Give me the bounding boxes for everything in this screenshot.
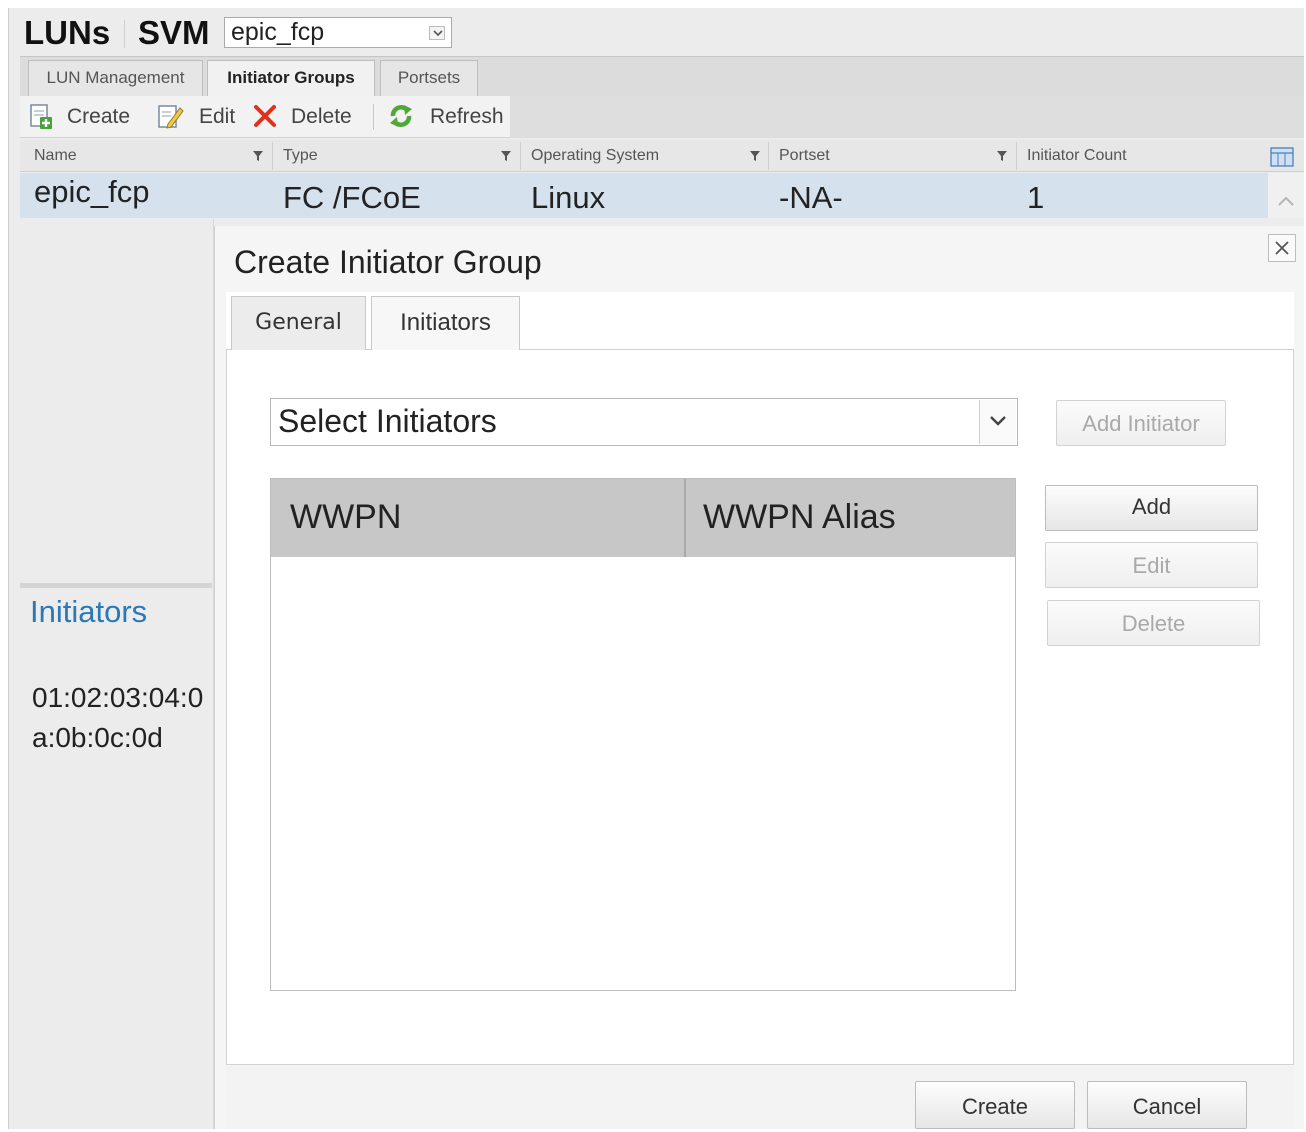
cancel-button[interactable]: Cancel [1087, 1081, 1247, 1129]
dropdown-toggle[interactable] [979, 400, 1016, 444]
details-pane [20, 219, 214, 1129]
chevron-down-icon[interactable] [989, 415, 1007, 427]
pane-divider[interactable] [20, 583, 212, 588]
filter-icon[interactable] [996, 150, 1008, 162]
close-button[interactable] [1268, 234, 1296, 262]
column-divider [768, 142, 769, 170]
column-options-icon[interactable] [1270, 146, 1294, 168]
edit-button[interactable]: Edit [199, 104, 235, 130]
toolbar-filler [510, 96, 1304, 138]
delete-icon[interactable] [251, 102, 279, 130]
dialog-title: Create Initiator Group [234, 244, 542, 280]
table-row[interactable] [20, 173, 1268, 218]
column-header-portset[interactable]: Portset [779, 146, 830, 166]
column-header-name[interactable]: Name [34, 146, 77, 166]
delete-initiator-button[interactable]: Delete [1047, 600, 1260, 646]
edit-initiator-button[interactable]: Edit [1045, 542, 1258, 588]
delete-button[interactable]: Delete [291, 104, 352, 130]
cell-name: epic_fcp [34, 174, 150, 209]
column-header-wwpn[interactable]: WWPN [290, 496, 401, 538]
filter-icon[interactable] [500, 150, 512, 162]
edit-icon[interactable] [156, 102, 184, 130]
select-initiators-value: Select Initiators [278, 403, 497, 439]
filter-icon[interactable] [749, 150, 761, 162]
tab-portsets[interactable]: Portsets [380, 60, 478, 96]
column-header-initiator-count[interactable]: Initiator Count [1027, 146, 1127, 166]
create-button[interactable]: Create [67, 104, 130, 130]
cell-type: FC /FCoE [283, 180, 421, 215]
filter-icon[interactable] [252, 150, 264, 162]
page-title: LUNs [24, 14, 111, 51]
column-divider [520, 142, 521, 170]
column-divider [1016, 142, 1017, 170]
cell-operating-system: Linux [531, 180, 606, 215]
scrollbar[interactable] [1268, 173, 1304, 218]
column-header-type[interactable]: Type [283, 146, 318, 166]
cell-initiator-count: 1 [1027, 180, 1045, 215]
create-icon[interactable] [27, 102, 55, 130]
chevron-up-icon[interactable] [1277, 195, 1295, 207]
tab-initiator-groups[interactable]: Initiator Groups [207, 60, 375, 96]
svm-label: SVM [138, 14, 210, 51]
column-divider[interactable] [684, 479, 686, 557]
svm-select[interactable]: epic_fcp [224, 17, 452, 48]
svm-select-value: epic_fcp [231, 18, 325, 46]
tab-general[interactable]: General [231, 296, 366, 350]
add-initiator-button[interactable]: Add Initiator [1056, 400, 1226, 446]
tab-initiators[interactable]: Initiators [371, 296, 520, 351]
tab-lun-management[interactable]: LUN Management [28, 60, 203, 96]
column-header-operating-system[interactable]: Operating System [531, 146, 659, 166]
cell-portset: -NA- [779, 180, 843, 215]
select-initiators-dropdown[interactable]: Select Initiators [270, 398, 1018, 446]
initiator-value: 01:02:03:04:0a:0b:0c:0d [32, 682, 204, 753]
close-icon[interactable] [1274, 240, 1290, 256]
column-divider [272, 142, 273, 170]
title-divider [124, 20, 125, 48]
add-button[interactable]: Add [1045, 485, 1258, 531]
refresh-button[interactable]: Refresh [430, 104, 504, 130]
details-title: Initiators [30, 594, 148, 629]
toolbar-divider [373, 104, 374, 130]
create-button[interactable]: Create [915, 1081, 1075, 1129]
column-header-wwpn-alias[interactable]: WWPN Alias [703, 496, 896, 538]
refresh-icon[interactable] [385, 100, 417, 132]
chevron-down-icon[interactable] [429, 26, 445, 40]
